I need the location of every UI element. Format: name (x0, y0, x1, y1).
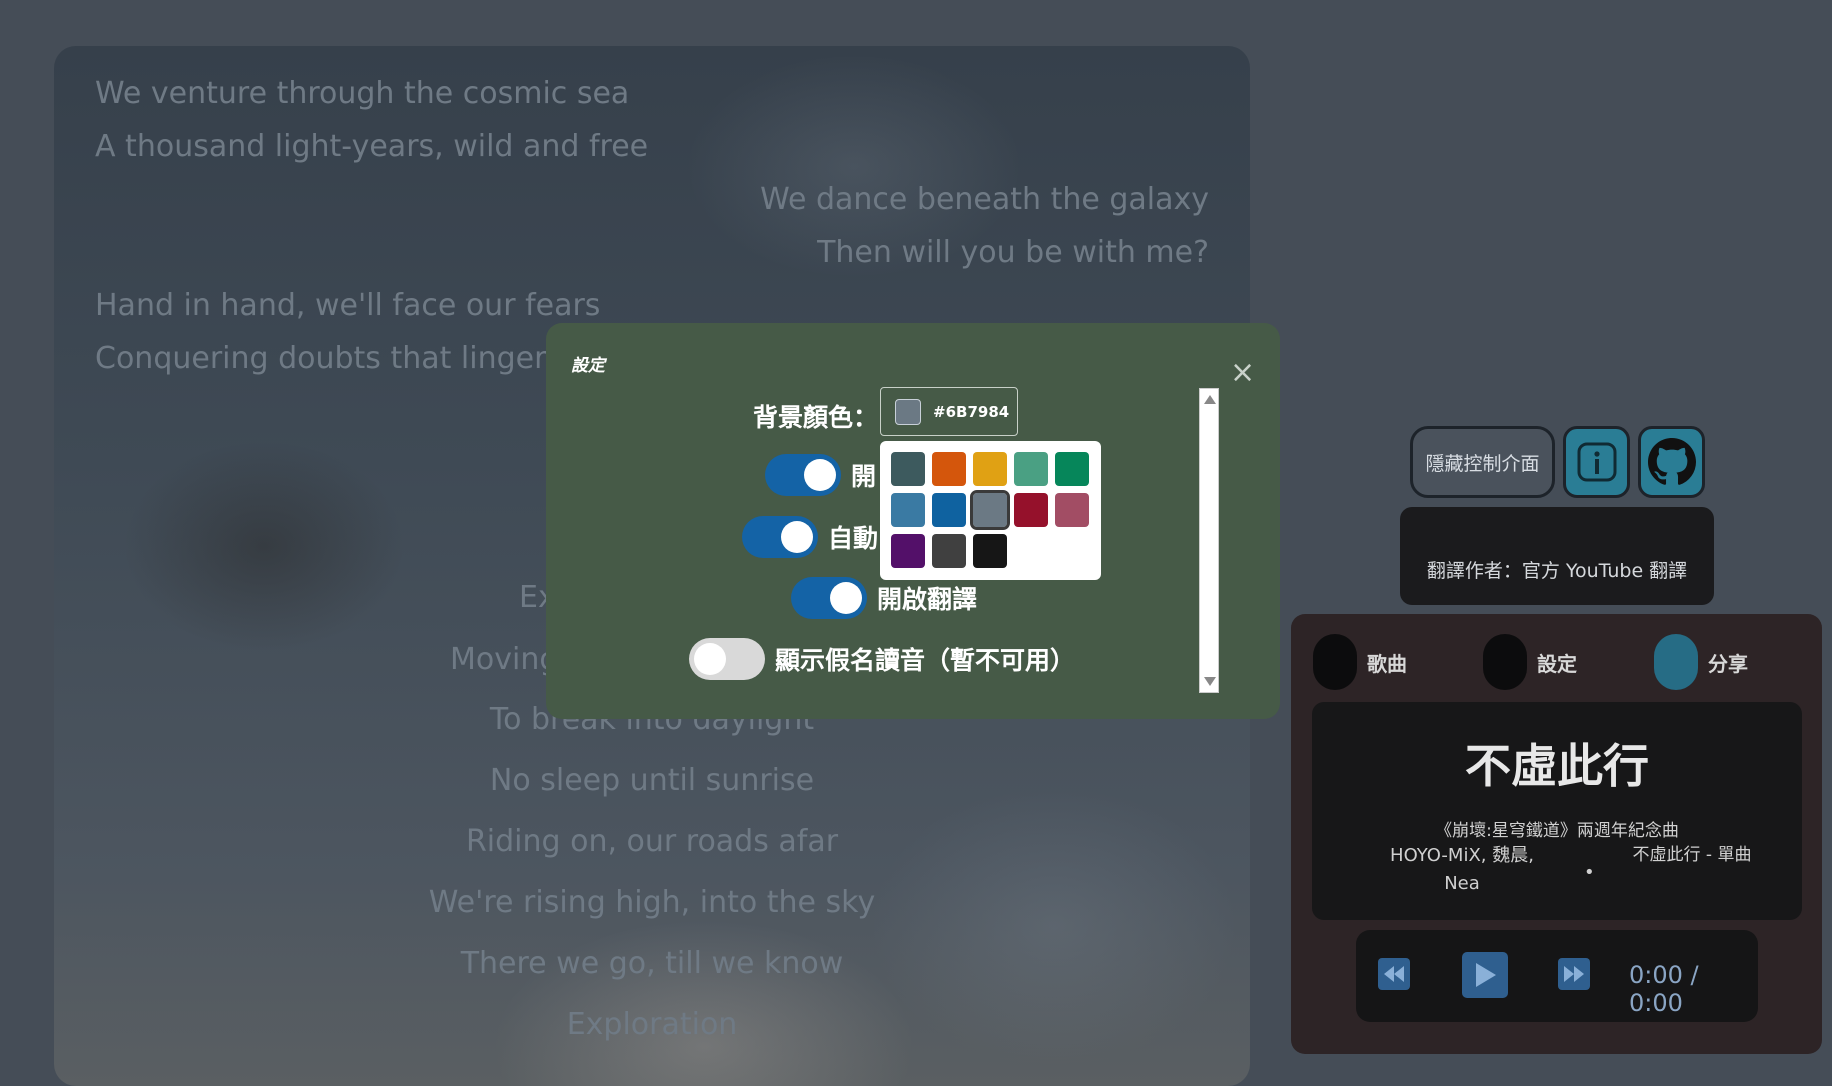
artist-row: HOYO-MiX, 魏晨, Nea • 不虛此行 - 單曲 (1312, 842, 1802, 902)
info-icon (1577, 442, 1616, 482)
bg-color-picker[interactable]: #6B7984 (880, 387, 1018, 436)
color-swatch-option[interactable] (973, 452, 1007, 486)
lyric-line: Then will you be with me? (817, 235, 1209, 270)
tab-song[interactable]: 歌曲 (1313, 634, 1407, 690)
lyric-line: Hand in hand, we'll face our fears (95, 288, 601, 323)
tab-pill (1483, 634, 1527, 690)
color-swatch-option[interactable] (970, 490, 1010, 530)
bg-color-label: 背景顏色： (753, 403, 879, 432)
player-card: 歌曲 設定 分享 不虛此行 《崩壞:星穹鐵道》兩週年紀念曲 HOYO-MiX, … (1291, 614, 1822, 1054)
tab-share[interactable]: 分享 (1654, 634, 1748, 690)
color-swatch-option[interactable] (1055, 493, 1089, 527)
color-swatch-option[interactable] (1055, 452, 1089, 486)
toggle-switch[interactable] (689, 638, 765, 680)
toggle-switch[interactable] (765, 454, 841, 496)
toggle-label: 開啟翻譯 (877, 585, 978, 614)
modal-title: 設定 (571, 356, 605, 376)
color-hex-value: #6B7984 (933, 402, 1010, 421)
github-button[interactable] (1638, 426, 1705, 498)
toggle-knob (694, 643, 726, 675)
translator-credit: 翻譯作者：官方 YouTube 翻譯 (1400, 507, 1714, 605)
lyric-line: We venture through the cosmic sea (95, 76, 630, 111)
rewind-button[interactable] (1378, 958, 1410, 990)
scroll-down-arrow[interactable] (1204, 677, 1216, 686)
lyric-line: There we go, till we know (460, 946, 844, 981)
toggle-row: 顯示假名讀音（暫不可用） (689, 638, 1075, 680)
color-swatch-option[interactable] (932, 452, 966, 486)
github-icon (1647, 438, 1696, 485)
color-palette (880, 441, 1101, 580)
rewind-icon (1384, 966, 1404, 982)
info-button[interactable] (1563, 426, 1630, 498)
color-swatch-option[interactable] (973, 534, 1007, 568)
fast-forward-icon (1564, 966, 1584, 982)
top-controls: 隱藏控制介面 (1410, 426, 1705, 498)
hide-controls-button[interactable]: 隱藏控制介面 (1410, 426, 1555, 498)
tab-label: 分享 (1708, 651, 1748, 676)
color-swatch-option[interactable] (1014, 493, 1048, 527)
toggle-row: 開啟翻譯 (791, 577, 977, 619)
color-swatch (895, 398, 921, 425)
tab-pill (1313, 634, 1357, 690)
tab-label: 設定 (1537, 651, 1577, 676)
color-swatch-option[interactable] (932, 493, 966, 527)
color-swatch-option[interactable] (932, 534, 966, 568)
lyric-line: No sleep until sunrise (489, 763, 815, 798)
play-icon (1476, 963, 1496, 987)
tab-settings[interactable]: 設定 (1483, 634, 1577, 690)
fast-forward-button[interactable] (1558, 958, 1590, 990)
lyric-line: We're rising high, into the sky (428, 885, 876, 920)
album-name: 不虛此行 - 單曲 (1632, 845, 1752, 865)
lyric-line: We dance beneath the galaxy (760, 182, 1209, 217)
toggle-row: 開 (765, 454, 876, 496)
color-swatch-option[interactable] (891, 493, 925, 527)
color-swatch-option[interactable] (891, 452, 925, 486)
toggle-knob (830, 582, 862, 614)
lyric-line: Conquering doubts that linger ne (95, 341, 594, 376)
color-swatch-option[interactable] (1014, 452, 1048, 486)
close-button[interactable]: × (1230, 358, 1255, 388)
color-swatch-option[interactable] (891, 534, 925, 568)
toggle-label: 顯示假名讀音（暫不可用） (775, 646, 1076, 675)
song-info: 不虛此行 《崩壞:星穹鐵道》兩週年紀念曲 HOYO-MiX, 魏晨, Nea •… (1312, 702, 1802, 920)
song-subtitle: 《崩壞:星穹鐵道》兩週年紀念曲 (1435, 821, 1679, 841)
toggle-switch[interactable] (791, 577, 867, 619)
modal-scrollbar[interactable] (1199, 388, 1219, 693)
separator: • (1584, 862, 1595, 883)
song-title: 不虛此行 (1465, 739, 1649, 793)
toggle-switch[interactable] (742, 516, 818, 558)
toggle-label: 自動 (828, 524, 879, 553)
lyric-line: Exploration (566, 1007, 738, 1042)
lyric-line: A thousand light-years, wild and free (95, 129, 649, 164)
tab-pill (1654, 634, 1698, 690)
artist-name: HOYO-MiX, 魏晨, Nea (1390, 845, 1534, 894)
scroll-up-arrow[interactable] (1204, 395, 1216, 404)
toggle-knob (804, 459, 836, 491)
lyric-line: Riding on, our roads afar (465, 824, 839, 859)
toggle-label: 開 (851, 462, 877, 491)
lyric-line: Moving (450, 642, 559, 677)
play-button[interactable] (1462, 952, 1508, 998)
player-tabs: 歌曲 設定 分享 (1313, 634, 1803, 690)
tab-label: 歌曲 (1367, 651, 1407, 676)
toggle-row: 自動 (742, 516, 878, 558)
transport-controls: 0:00 / 0:00 (1356, 930, 1758, 1022)
toggle-knob (781, 521, 813, 553)
time-display: 0:00 / 0:00 (1629, 961, 1699, 1017)
